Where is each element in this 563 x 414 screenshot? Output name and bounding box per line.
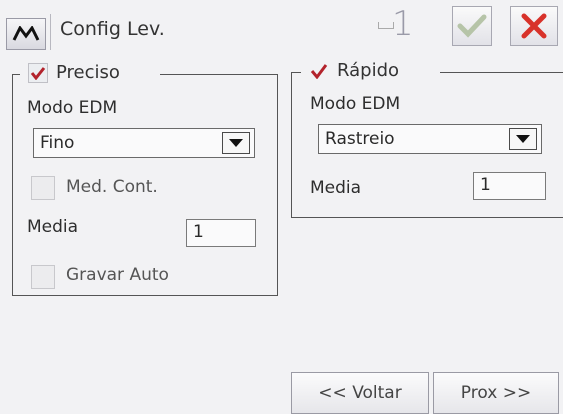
preciso-label[interactable]: Preciso bbox=[56, 62, 120, 83]
preciso-checkbox[interactable] bbox=[28, 62, 48, 83]
next-button[interactable]: Prox >> bbox=[433, 372, 559, 414]
group-border bbox=[291, 72, 301, 73]
rapido-media-label: Media bbox=[310, 178, 362, 198]
med-cont-checkbox[interactable] bbox=[31, 176, 55, 200]
rapido-media-input[interactable]: 1 bbox=[473, 172, 546, 200]
gravar-auto-checkbox[interactable] bbox=[31, 265, 55, 289]
preciso-modo-edm-select[interactable]: Fino bbox=[33, 128, 255, 158]
group-border bbox=[440, 72, 563, 73]
rapido-modo-edm-select[interactable]: Rastreio bbox=[318, 124, 542, 154]
preciso-legend: Preciso bbox=[22, 62, 126, 83]
rapido-legend: Rápido bbox=[303, 60, 406, 81]
dropdown-arrow-icon[interactable] bbox=[509, 128, 537, 150]
checkmark-icon bbox=[30, 66, 46, 80]
preciso-modo-edm-label: Modo EDM bbox=[27, 98, 118, 118]
close-x-icon bbox=[521, 13, 547, 39]
checkmark-icon bbox=[310, 63, 328, 79]
rapido-checkbox[interactable] bbox=[309, 61, 329, 81]
group-border bbox=[160, 74, 278, 75]
preciso-media-label: Media bbox=[27, 217, 79, 237]
m-logo-icon bbox=[12, 26, 40, 41]
rapido-label[interactable]: Rápido bbox=[337, 60, 399, 81]
group-border bbox=[12, 74, 20, 75]
preciso-modo-edm-value: Fino bbox=[40, 133, 75, 153]
dropdown-arrow-icon[interactable] bbox=[222, 132, 250, 154]
number-indicator: 1 bbox=[392, 4, 414, 44]
rapido-modo-edm-label: Modo EDM bbox=[310, 94, 401, 114]
check-icon bbox=[457, 14, 487, 38]
med-cont-label: Med. Cont. bbox=[66, 177, 158, 197]
ok-button[interactable] bbox=[452, 6, 492, 46]
close-button[interactable] bbox=[510, 6, 558, 46]
rapido-modo-edm-value: Rastreio bbox=[325, 129, 395, 149]
gravar-auto-label: Gravar Auto bbox=[66, 265, 169, 285]
preciso-media-input[interactable]: 1 bbox=[186, 219, 256, 247]
window-title: Config Lev. bbox=[60, 18, 165, 40]
back-button[interactable]: << Voltar bbox=[291, 372, 429, 414]
title-separator bbox=[50, 14, 51, 50]
app-logo bbox=[6, 18, 46, 50]
